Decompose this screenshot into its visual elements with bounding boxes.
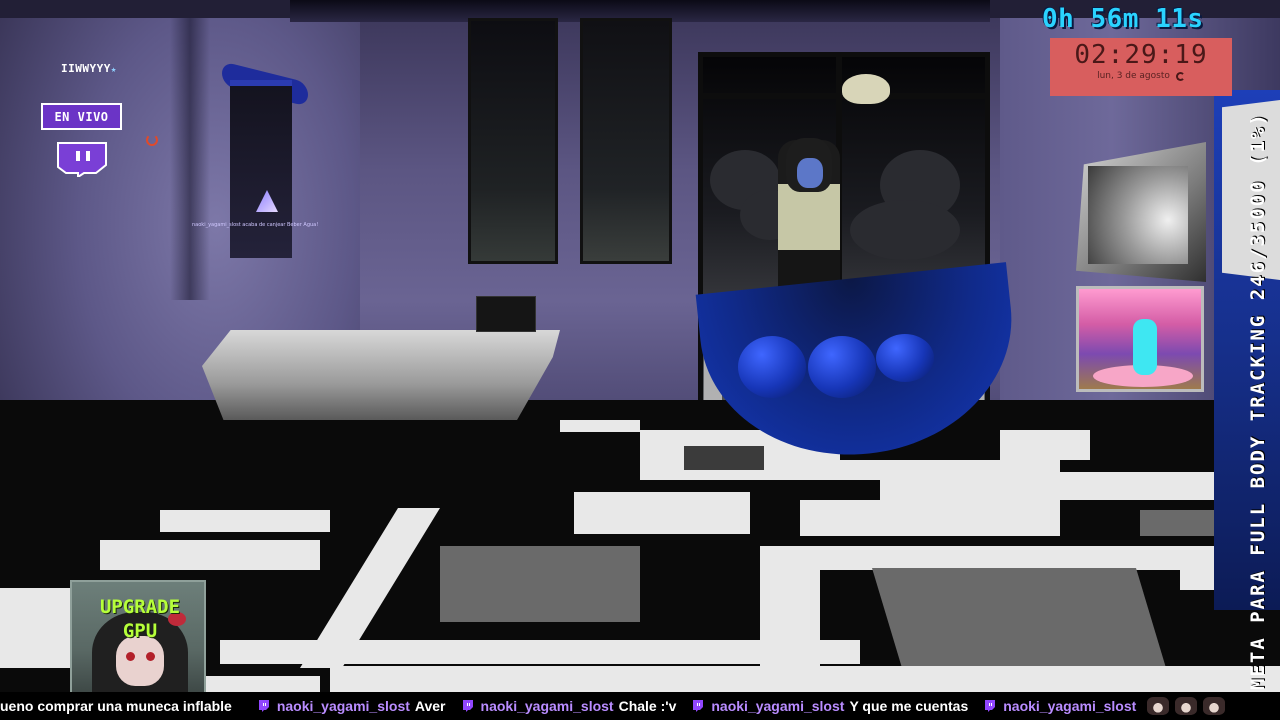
chat-username: naoki_yagami_slost — [1003, 698, 1137, 714]
chat-username: naoki_yagami_slost — [480, 698, 614, 714]
live-badge: EN VIVO — [41, 103, 122, 130]
chat-username: naoki_yagami_slost — [276, 698, 410, 714]
chat-ticker: ueno comprar una muneca inflable naoki_y… — [0, 692, 1280, 720]
record-indicator-icon — [146, 134, 158, 146]
nightstand — [476, 296, 536, 332]
channel-tag-text: IIWWYYY — [61, 62, 111, 75]
avatar-face — [797, 158, 823, 188]
chat-message: naoki_yagami_slost Y que me cuentas — [692, 698, 968, 714]
chat-message-text: Chale :'v — [618, 698, 677, 714]
clock-date-row: lun, 3 de agosto — [1050, 71, 1232, 81]
wall-banner — [230, 80, 292, 258]
redeem-notification: naoki_yagami_slost acaba de canjear Bebe… — [192, 222, 319, 228]
tv-screen — [1076, 286, 1204, 392]
moon — [842, 74, 890, 104]
card-character-eye — [126, 652, 135, 661]
emote-icon — [1147, 697, 1170, 715]
chair-cushion — [738, 336, 806, 398]
monitor-glow — [1088, 166, 1188, 264]
chat-message: naoki_yagami_slost Aver — [258, 698, 446, 714]
chat-message: naoki_yagami_slost Chale :'v — [462, 698, 677, 714]
upgrade-line2: GPU — [122, 620, 158, 642]
twitch-logo-icon — [57, 142, 107, 177]
chat-message-text: Y que me cuentas — [849, 698, 969, 714]
channel-tag: IIWWYYY★ — [61, 62, 117, 75]
clock-widget: 02:29:19 lun, 3 de agosto — [1050, 38, 1232, 96]
window-middle — [580, 18, 672, 264]
twitch-chat-icon — [258, 700, 269, 712]
twitch-chat-icon — [693, 700, 704, 712]
clock-time: 02:29:19 — [1074, 40, 1208, 70]
wall-shadow — [170, 0, 210, 300]
upgrade-gpu-card: UPGRADE GPU — [70, 580, 206, 698]
chat-message: naoki_yagami_slost — [984, 697, 1226, 715]
twitch-chat-icon — [985, 700, 996, 712]
chat-username: naoki_yagami_slost — [711, 698, 845, 714]
chat-message-text: Aver — [414, 698, 446, 714]
star-icon: ★ — [110, 65, 117, 75]
stream-uptime: 0h 56m 11s — [1042, 4, 1204, 34]
twitch-chat-icon — [462, 700, 473, 712]
cloud — [850, 200, 960, 260]
card-character-face — [116, 636, 164, 686]
emote-icon — [1175, 697, 1198, 715]
bed — [202, 330, 560, 420]
upgrade-line1: UPGRADE — [99, 596, 181, 618]
emote-icon — [1203, 697, 1226, 715]
clock-date: lun, 3 de agosto — [1097, 71, 1170, 81]
window-left — [468, 18, 558, 264]
chat-message-text: ueno comprar una muneca inflable — [0, 698, 232, 714]
goal-tracker: META PARA FULL BODY TRACKING 246/35000 (… — [1247, 112, 1269, 690]
card-character-eye — [146, 652, 155, 661]
moon-icon — [1175, 71, 1185, 81]
chair-cushion — [808, 336, 876, 398]
chair-cushion — [876, 334, 934, 382]
